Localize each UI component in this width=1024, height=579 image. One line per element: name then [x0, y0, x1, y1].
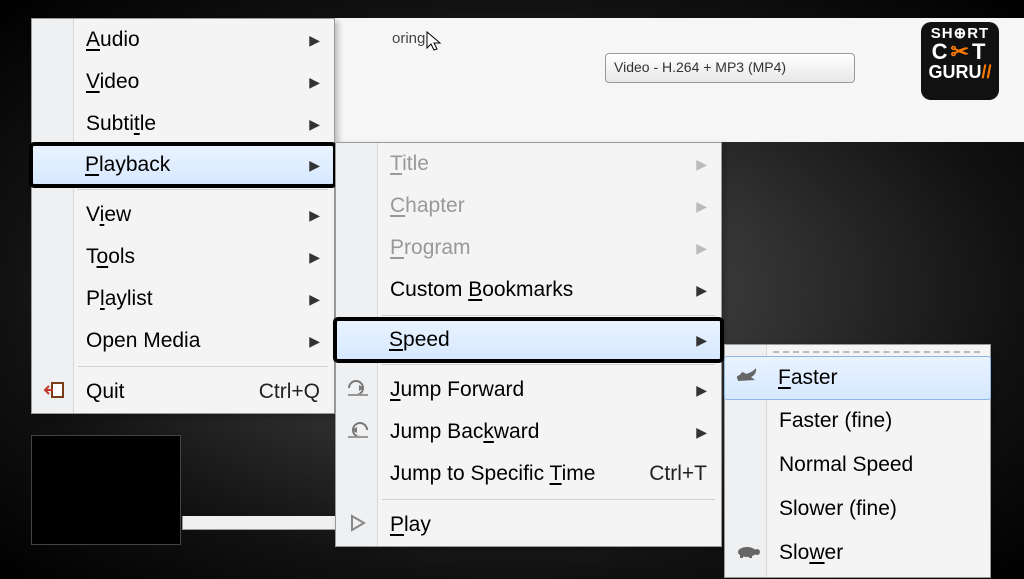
menu-item-video[interactable]: Video ▶ [32, 61, 334, 103]
submenu-arrow-icon: ▶ [309, 74, 320, 91]
submenu-arrow-icon: ▶ [696, 382, 707, 399]
submenu-arrow-icon: ▶ [309, 157, 320, 174]
menu-item-faster[interactable]: Faster [724, 356, 991, 400]
submenu-arrow-icon: ▶ [309, 32, 320, 49]
menu-item-subtitle[interactable]: Subtitle ▶ [32, 103, 334, 145]
video-preview-area [31, 435, 181, 545]
quit-icon [40, 380, 68, 405]
menu-item-custom-bookmarks[interactable]: Custom Bookmarks ▶ [336, 269, 721, 311]
menu-item-faster-fine[interactable]: Faster (fine) [725, 399, 990, 443]
submenu-arrow-icon: ▶ [696, 240, 707, 257]
menu-item-program[interactable]: Program ▶ [336, 227, 721, 269]
submenu-arrow-icon: ▶ [696, 282, 707, 299]
play-icon [344, 514, 372, 537]
turtle-icon [733, 542, 761, 565]
menu-item-audio[interactable]: Audio ▶ [32, 19, 334, 61]
jump-forward-icon [344, 378, 372, 403]
menu-separator [382, 364, 715, 365]
menu-item-quit[interactable]: Quit Ctrl+Q [32, 371, 334, 413]
menu-item-jump-to-time[interactable]: Jump to Specific Time Ctrl+T [336, 453, 721, 495]
menu-item-playback[interactable]: Playback ▶ [31, 144, 335, 186]
submenu-arrow-icon: ▶ [309, 249, 320, 266]
speed-submenu: Faster Faster (fine) Normal Speed Slower… [724, 344, 991, 578]
menu-separator [78, 189, 328, 190]
main-context-menu: Audio ▶ Video ▶ Subtitle ▶ Playback ▶ Vi… [31, 18, 335, 414]
profile-dropdown-value: Video - H.264 + MP3 (MP4) [614, 59, 786, 75]
submenu-arrow-icon: ▶ [309, 207, 320, 224]
menu-item-jump-forward[interactable]: Jump Forward ▶ [336, 369, 721, 411]
rabbit-icon [733, 366, 761, 391]
jump-backward-icon [344, 420, 372, 445]
playback-submenu: Title ▶ Chapter ▶ Program ▶ Custom Bookm… [335, 142, 722, 547]
menu-item-tools[interactable]: Tools ▶ [32, 236, 334, 278]
menu-shortcut: Ctrl+T [649, 462, 707, 486]
menu-item-view[interactable]: View ▶ [32, 194, 334, 236]
submenu-arrow-icon: ▶ [696, 198, 707, 215]
submenu-arrow-icon: ▶ [309, 291, 320, 308]
menu-shortcut: Ctrl+Q [259, 380, 320, 404]
menu-item-chapter[interactable]: Chapter ▶ [336, 185, 721, 227]
menu-separator [773, 351, 980, 353]
menu-item-open-media[interactable]: Open Media ▶ [32, 320, 334, 362]
shortcut-guru-logo: SH⊕RT C✂T GURU// [921, 22, 999, 100]
menu-separator [78, 366, 328, 367]
submenu-arrow-icon: ▶ [309, 116, 320, 133]
menu-item-normal-speed[interactable]: Normal Speed [725, 443, 990, 487]
menu-item-play[interactable]: Play [336, 504, 721, 546]
menu-item-slower-fine[interactable]: Slower (fine) [725, 487, 990, 531]
menu-separator [382, 499, 715, 500]
menu-item-jump-backward[interactable]: Jump Backward ▶ [336, 411, 721, 453]
profile-dropdown[interactable]: Video - H.264 + MP3 (MP4) [605, 53, 855, 83]
menu-item-title[interactable]: Title ▶ [336, 143, 721, 185]
submenu-arrow-icon: ▶ [309, 333, 320, 350]
menu-item-speed[interactable]: Speed ▶ [335, 319, 722, 361]
submenu-arrow-icon: ▶ [696, 332, 707, 349]
submenu-arrow-icon: ▶ [696, 156, 707, 173]
menu-separator [382, 315, 715, 316]
menu-item-playlist[interactable]: Playlist ▶ [32, 278, 334, 320]
menu-item-slower[interactable]: Slower [725, 531, 990, 575]
submenu-arrow-icon: ▶ [696, 424, 707, 441]
panel-strip [182, 516, 352, 530]
